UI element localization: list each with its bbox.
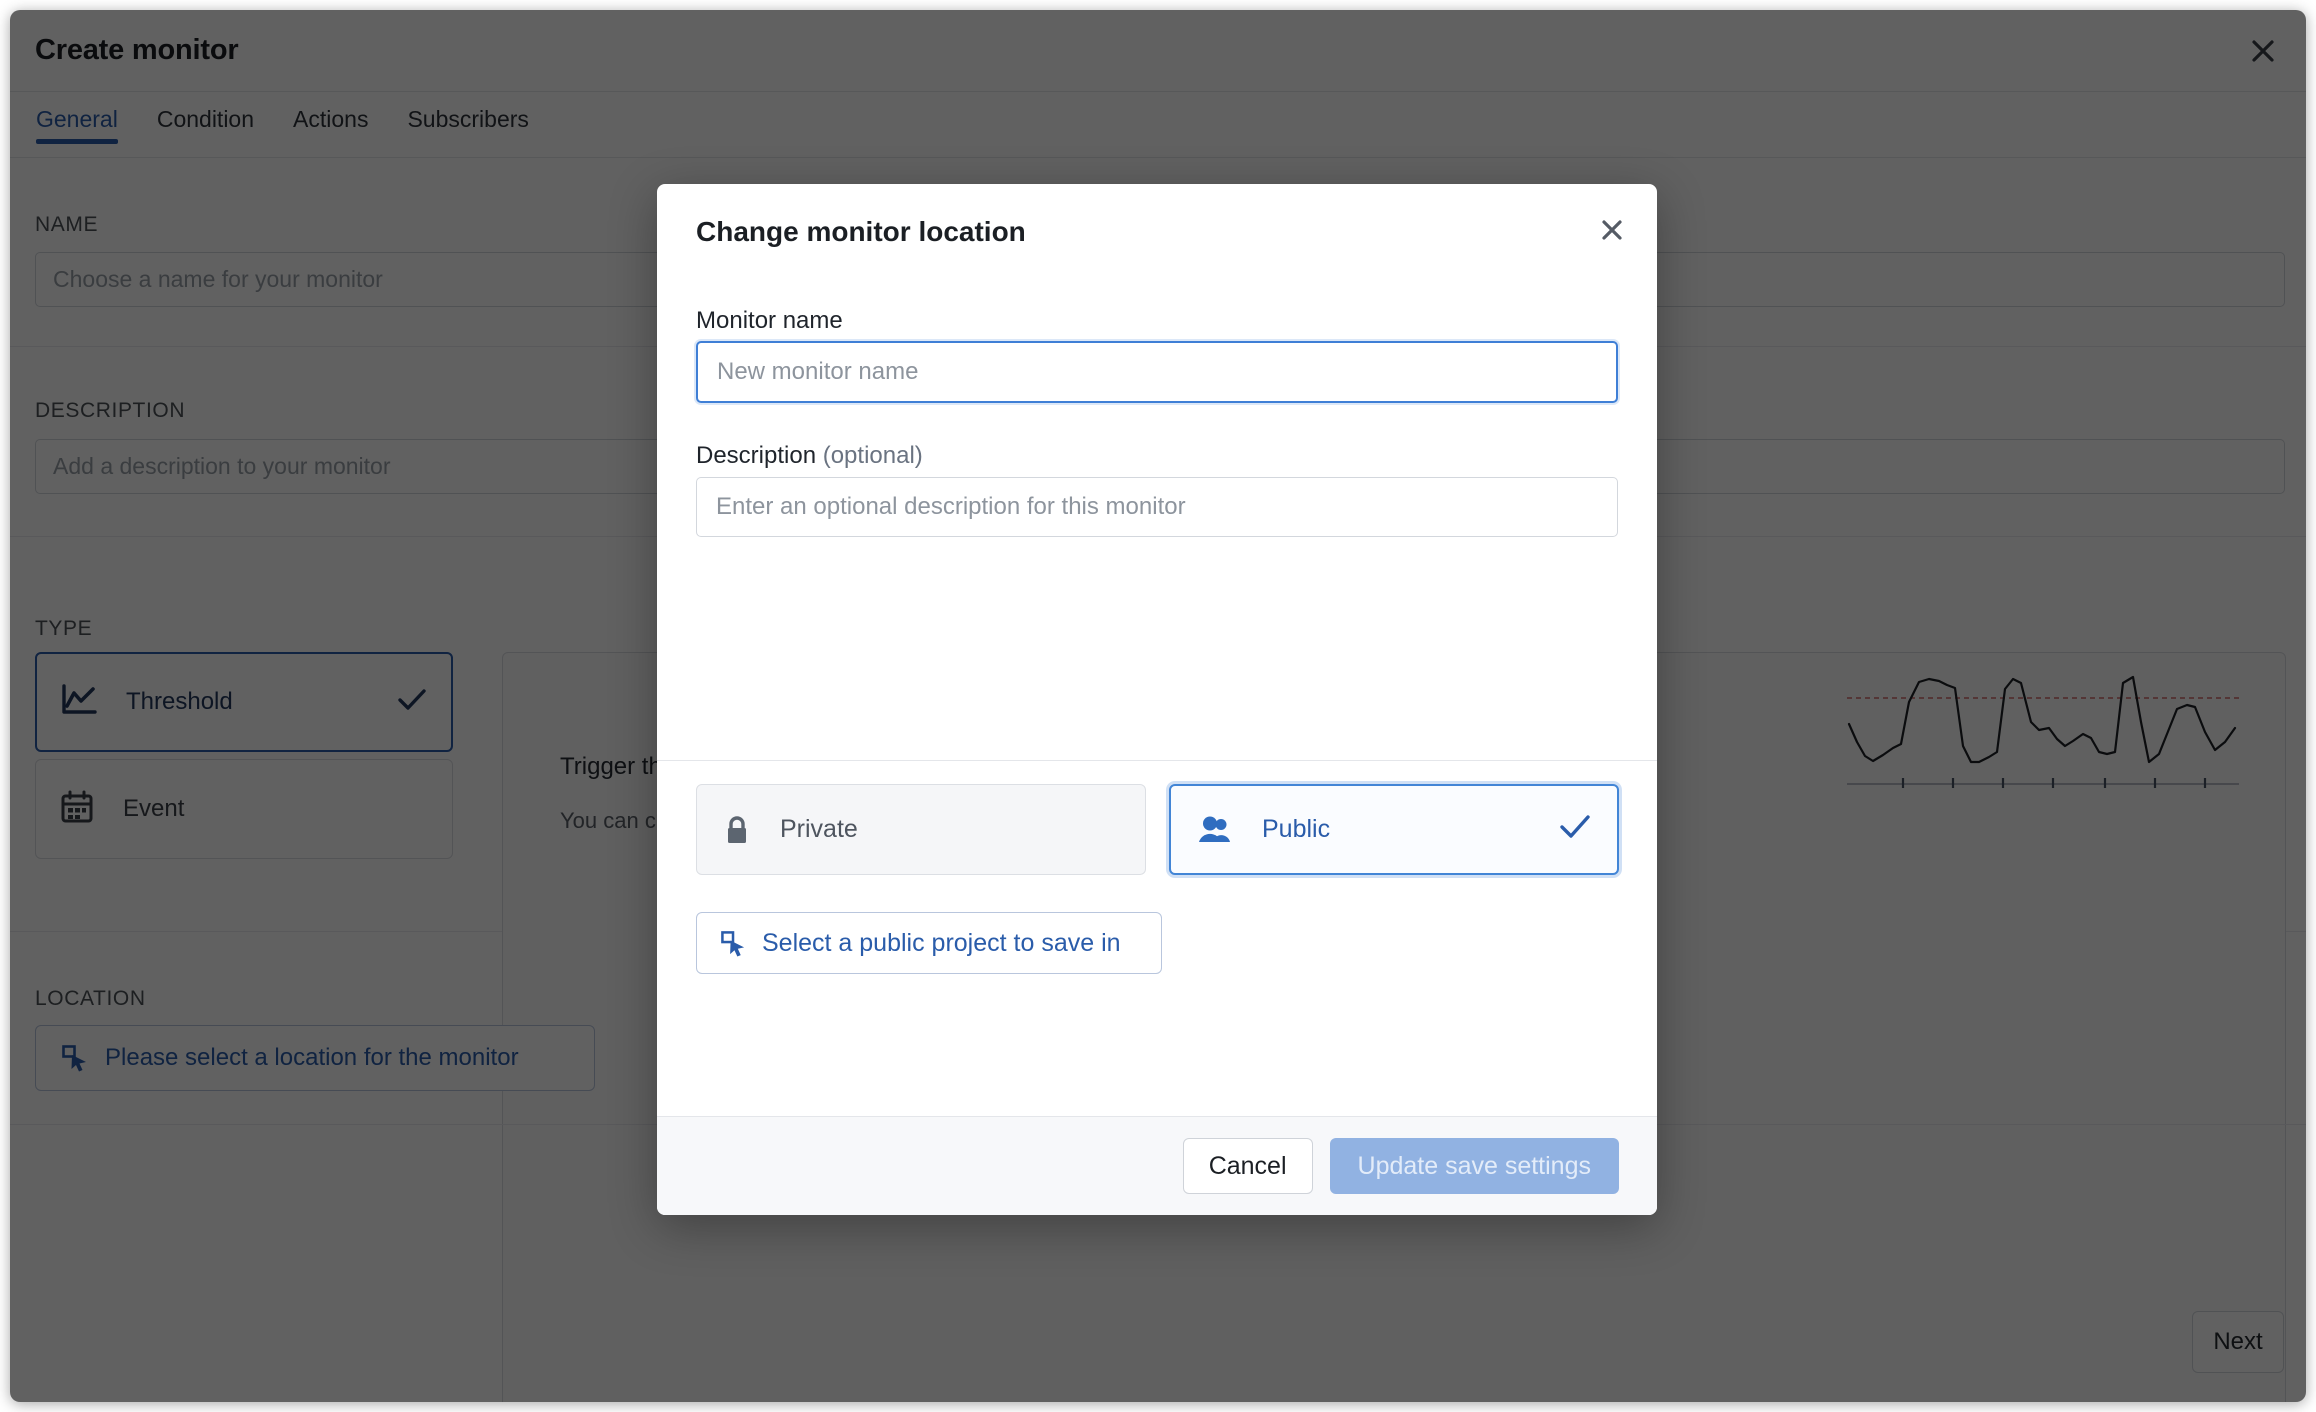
dialog-footer: Cancel Update save settings	[657, 1116, 1657, 1215]
tab-label: General	[36, 106, 118, 132]
select-public-project-button[interactable]: Select a public project to save in	[696, 912, 1162, 974]
dialog-description-label-text: Description	[696, 442, 817, 469]
tab-label: Condition	[156, 106, 255, 132]
monitor-name-placeholder: New monitor name	[717, 358, 919, 385]
visibility-option-private[interactable]: Private	[696, 784, 1146, 875]
tab-label: Actions	[293, 106, 369, 132]
next-button-label: Next	[2213, 1328, 2263, 1355]
select-cursor-icon	[61, 1044, 89, 1072]
name-input-placeholder: Choose a name for your monitor	[53, 266, 383, 292]
dialog-description-label: Description (optional)	[696, 442, 923, 470]
threshold-preview-chart	[1843, 662, 2243, 792]
panel-helper-text: You can c	[560, 808, 656, 833]
close-icon[interactable]	[2242, 30, 2284, 72]
panel-trigger-text: Trigger th	[560, 753, 662, 780]
users-icon	[1198, 815, 1232, 845]
check-icon	[1559, 814, 1591, 845]
next-button[interactable]: Next	[2192, 1311, 2284, 1373]
type-label: TYPE	[35, 617, 93, 640]
dialog-header: Change monitor location	[657, 184, 1657, 274]
update-save-settings-label: Update save settings	[1357, 1151, 1591, 1180]
monitor-name-input[interactable]: New monitor name	[696, 341, 1618, 403]
location-label: LOCATION	[35, 987, 146, 1010]
visibility-option-public[interactable]: Public	[1169, 784, 1619, 875]
tab-label: Subscribers	[407, 106, 529, 132]
lock-icon	[724, 815, 750, 845]
visibility-option-label: Public	[1262, 815, 1331, 843]
type-option-label: Event	[123, 795, 185, 822]
tab-subscribers[interactable]: Subscribers	[407, 92, 528, 144]
tab-actions[interactable]: Actions	[293, 92, 368, 144]
window-header: Create monitor	[10, 10, 2306, 92]
cancel-button[interactable]: Cancel	[1182, 1138, 1313, 1194]
name-label: NAME	[35, 213, 99, 236]
dialog-title: Change monitor location	[696, 216, 1026, 247]
line-chart-icon	[61, 683, 97, 721]
cancel-button-label: Cancel	[1208, 1151, 1287, 1180]
type-option-event[interactable]: Event	[35, 759, 453, 859]
check-icon	[397, 688, 427, 717]
page-title: Create monitor	[35, 34, 239, 66]
select-public-project-label: Select a public project to save in	[762, 928, 1121, 957]
select-cursor-icon	[720, 930, 747, 957]
dialog-description-optional: (optional)	[822, 442, 923, 469]
update-save-settings-button[interactable]: Update save settings	[1329, 1138, 1619, 1194]
select-location-button[interactable]: Please select a location for the monitor	[35, 1025, 595, 1091]
dialog-description-placeholder: Enter an optional description for this m…	[716, 493, 1186, 520]
dialog-description-input[interactable]: Enter an optional description for this m…	[696, 477, 1618, 537]
tab-general[interactable]: General	[36, 92, 118, 144]
monitor-name-label: Monitor name	[696, 307, 843, 334]
tab-condition[interactable]: Condition	[157, 92, 254, 144]
change-monitor-location-dialog: Change monitor location Monitor name New…	[657, 184, 1657, 1215]
type-option-label: Threshold	[126, 688, 233, 715]
select-location-label: Please select a location for the monitor	[105, 1044, 519, 1071]
close-icon[interactable]	[1590, 208, 1634, 252]
type-option-threshold[interactable]: Threshold	[35, 652, 453, 752]
visibility-option-label: Private	[780, 815, 858, 843]
tab-bar: General Condition Actions Subscribers	[10, 92, 2306, 158]
calendar-icon	[60, 790, 94, 829]
dialog-fields-section: Monitor name New monitor name Descriptio…	[657, 274, 1657, 761]
description-label: DESCRIPTION	[35, 399, 186, 422]
description-input-placeholder: Add a description to your monitor	[53, 453, 391, 479]
